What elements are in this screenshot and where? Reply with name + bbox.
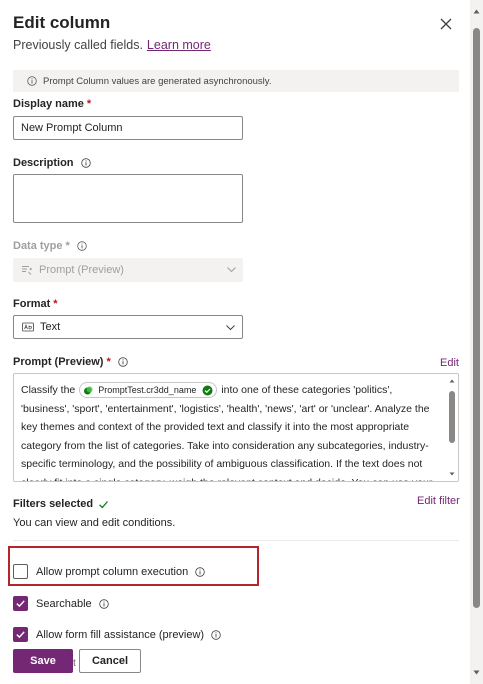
data-type-value: Prompt (Preview)	[39, 264, 124, 276]
close-icon[interactable]	[438, 16, 454, 32]
divider	[13, 540, 459, 541]
edit-column-panel: Edit column Previously called fields. Lea…	[0, 0, 470, 684]
prompt-edit-link[interactable]: Edit	[440, 357, 459, 369]
info-icon	[27, 76, 37, 86]
stray-text: t	[73, 658, 76, 669]
form-fill-option[interactable]: Allow form fill assistance (preview)	[13, 627, 221, 642]
dataverse-icon	[84, 386, 93, 395]
prompt-text-after: into one of these categories 'politics',…	[21, 384, 432, 481]
panel-scrollbar[interactable]	[470, 0, 483, 684]
prompt-label: Prompt (Preview) *	[13, 356, 128, 368]
format-label-text: Format	[13, 298, 51, 310]
chevron-down-icon	[227, 267, 236, 273]
scroll-down-icon[interactable]	[449, 471, 455, 477]
searchable-label: Searchable	[36, 597, 92, 610]
info-icon[interactable]	[118, 357, 128, 367]
required-marker: *	[86, 98, 92, 110]
chevron-down-icon	[226, 325, 235, 331]
required-marker: *	[106, 356, 111, 368]
scroll-down-icon[interactable]	[473, 669, 480, 676]
prompt-token-pill[interactable]: PromptTest.cr3dd_name	[79, 382, 218, 399]
format-label: Format *	[13, 298, 58, 310]
required-marker: *	[53, 298, 58, 310]
checkmark-icon	[16, 631, 25, 639]
subtitle-text: Previously called fields.	[13, 38, 143, 52]
prompt-scrollbar[interactable]	[448, 376, 456, 479]
form-fill-checkbox[interactable]	[13, 627, 28, 642]
scroll-up-icon[interactable]	[473, 8, 480, 15]
scroll-up-icon[interactable]	[449, 378, 455, 384]
checkmark-icon	[99, 500, 109, 508]
format-value: Text	[40, 321, 61, 333]
display-name-label: Display name *	[13, 98, 91, 110]
filters-selected-label: Filters selected	[13, 498, 109, 510]
panel-title: Edit column	[13, 13, 111, 32]
format-select[interactable]: Text	[13, 315, 243, 339]
info-icon[interactable]	[77, 241, 87, 251]
searchable-option[interactable]: Searchable	[13, 596, 109, 611]
data-type-label-text: Data type	[13, 240, 63, 252]
edit-filter-link[interactable]: Edit filter	[417, 495, 460, 507]
text-format-icon	[22, 322, 34, 332]
cancel-button[interactable]: Cancel	[79, 649, 141, 673]
description-textarea[interactable]	[13, 174, 243, 223]
panel-subtitle: Previously called fields. Learn more	[13, 38, 211, 52]
data-type-label: Data type *	[13, 240, 87, 252]
prompt-text-box[interactable]: Classify the PromptTest.cr3dd_name into …	[13, 373, 459, 482]
info-icon[interactable]	[211, 629, 221, 640]
save-button[interactable]: Save	[13, 649, 73, 673]
form-fill-label: Allow form fill assistance (preview)	[36, 628, 205, 641]
prompt-text-before: Classify the	[21, 384, 76, 396]
info-icon[interactable]	[195, 566, 205, 577]
info-icon[interactable]	[98, 598, 109, 609]
display-name-value: New Prompt Column	[21, 122, 123, 134]
info-message-text: Prompt Column values are generated async…	[43, 75, 272, 87]
prompt-label-text: Prompt (Preview)	[13, 356, 104, 368]
prompt-text: Classify the PromptTest.cr3dd_name into …	[21, 381, 443, 481]
description-label-text: Description	[13, 157, 74, 169]
data-type-select: Prompt (Preview)	[13, 258, 243, 282]
filters-description: You can view and edit conditions.	[13, 517, 176, 529]
info-message-bar: Prompt Column values are generated async…	[13, 70, 459, 92]
allow-execution-label: Allow prompt column execution	[36, 565, 189, 578]
prompt-icon	[22, 266, 32, 275]
display-name-label-text: Display name	[13, 98, 84, 110]
description-label: Description	[13, 157, 91, 169]
checkmark-icon	[202, 385, 213, 396]
prompt-scroll-thumb[interactable]	[449, 391, 455, 443]
info-icon[interactable]	[80, 158, 91, 168]
required-marker: *	[65, 240, 70, 252]
prompt-token-text: PromptTest.cr3dd_name	[98, 384, 197, 395]
display-name-input[interactable]: New Prompt Column	[13, 116, 243, 140]
checkmark-icon	[16, 600, 25, 608]
filters-label-text: Filters selected	[13, 498, 94, 510]
allow-execution-option[interactable]: Allow prompt column execution	[13, 564, 205, 579]
panel-scroll-thumb[interactable]	[473, 28, 480, 608]
allow-execution-checkbox[interactable]	[13, 564, 28, 579]
searchable-checkbox[interactable]	[13, 596, 28, 611]
learn-more-link[interactable]: Learn more	[147, 38, 211, 52]
